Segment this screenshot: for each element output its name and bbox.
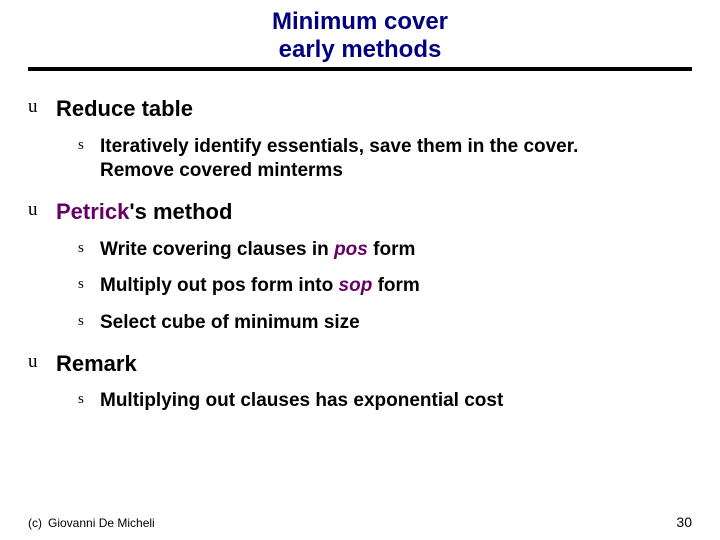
bullet-icon: s (78, 274, 100, 294)
section-heading: Reduce table (56, 95, 193, 123)
title-line-2: early methods (0, 36, 720, 64)
bullet-icon: u (28, 198, 56, 223)
copyright: (c) Giovanni De Micheli (28, 516, 155, 530)
term-pos: pos (334, 239, 368, 260)
section-heading: Remark (56, 350, 137, 378)
bullet-icon: s (78, 311, 100, 331)
page-number: 30 (676, 514, 692, 530)
term-sop: sop (339, 275, 373, 296)
list-item: s Write covering clauses in pos form (78, 238, 598, 263)
list-text: Write covering clauses in pos form (100, 238, 415, 263)
bullet-icon: s (78, 135, 100, 155)
list-item: s Multiply out pos form into sop form (78, 274, 598, 299)
slide-footer: (c) Giovanni De Micheli 30 (0, 514, 720, 530)
author-name: Giovanni De Micheli (48, 516, 155, 530)
section-reduce: u Reduce table (28, 95, 692, 123)
slide-title: Minimum cover early methods (0, 0, 720, 65)
list-item: s Multiplying out clauses has exponentia… (78, 389, 598, 414)
bullet-icon: u (28, 95, 56, 120)
bullet-icon: u (28, 350, 56, 375)
copyright-mark: (c) (28, 516, 42, 530)
list-text: Multiplying out clauses has exponential … (100, 389, 503, 414)
section-remark: u Remark (28, 350, 692, 378)
list-item: s Select cube of minimum size (78, 311, 598, 336)
slide-body: u Reduce table s Iteratively identify es… (0, 71, 720, 414)
list-text: Select cube of minimum size (100, 311, 360, 336)
title-line-1: Minimum cover (0, 8, 720, 36)
list-text: Iteratively identify essentials, save th… (100, 135, 598, 184)
list-text: Multiply out pos form into sop form (100, 274, 420, 299)
bullet-icon: s (78, 389, 100, 409)
section-heading: Petrick's method (56, 198, 232, 226)
heading-accent: Petrick (56, 199, 129, 224)
heading-rest: 's method (129, 199, 232, 224)
bullet-icon: s (78, 238, 100, 258)
section-petrick: u Petrick's method (28, 198, 692, 226)
list-item: s Iteratively identify essentials, save … (78, 135, 598, 184)
